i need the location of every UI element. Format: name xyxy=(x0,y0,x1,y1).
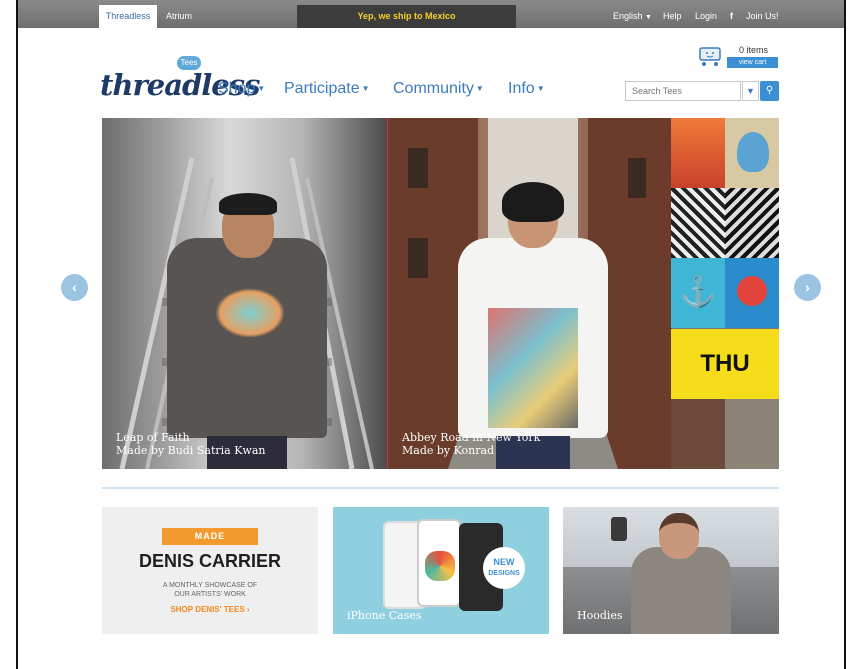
new-badge-line-1: NEW xyxy=(493,557,515,567)
caret-down-icon: ▼ xyxy=(475,84,484,93)
tile-type-black xyxy=(725,188,779,258)
logo-tees-badge: Tees xyxy=(177,56,201,70)
search-dropdown-icon[interactable]: ▼ xyxy=(742,81,759,101)
heart-icon xyxy=(737,276,767,306)
promo-card-iphone[interactable]: NEW DESIGNS iPhone Cases xyxy=(333,507,549,634)
nav-info-label: Info xyxy=(508,80,535,97)
view-cart-button[interactable]: view cart xyxy=(727,57,778,68)
cart-icon[interactable] xyxy=(697,45,723,67)
new-badge-line-2: DESIGNS xyxy=(488,570,520,577)
hoodies-label: Hoodies xyxy=(577,609,623,622)
nav-community-label: Community xyxy=(393,80,474,97)
hero-slide-abbey-road[interactable]: Abbey Road in New York Made by Konrad xyxy=(387,118,672,469)
chevron-right-icon: › xyxy=(805,279,810,295)
carousel-prev-button[interactable]: ‹ xyxy=(61,274,88,301)
shipping-banner: Yep, we ship to Mexico xyxy=(297,5,516,28)
cart-items-count: 0 items xyxy=(739,45,769,55)
artist-name: DENIS CARRIER xyxy=(138,551,281,571)
language-label: English xyxy=(613,11,643,21)
help-link[interactable]: Help xyxy=(663,5,682,28)
anchor-icon: ⚓ xyxy=(671,258,725,328)
phone-case-2 xyxy=(417,519,461,607)
showcase-line-1: A MONTHLY SHOWCASE OF xyxy=(162,582,258,589)
water-tower-graphic xyxy=(611,517,627,541)
promo-card-hoodies[interactable]: Hoodies xyxy=(563,507,779,634)
hero-slide-1-title: Leap of Faith xyxy=(116,431,190,444)
tile-bird xyxy=(725,118,779,188)
nav-shop[interactable]: Shop ▼ xyxy=(218,80,265,98)
tile-type-white xyxy=(671,188,725,258)
bird-icon xyxy=(737,132,769,172)
nav-community[interactable]: Community ▼ xyxy=(393,80,484,98)
caret-down-icon: ▼ xyxy=(536,84,545,93)
tile-rip-heart xyxy=(725,258,779,328)
caret-down-icon: ▼ xyxy=(645,14,652,21)
caret-down-icon: ▼ xyxy=(361,84,370,93)
search-button[interactable]: ⚲ xyxy=(760,81,779,101)
tile-thu: THU xyxy=(671,329,779,399)
nav-shop-label: Shop xyxy=(218,80,256,97)
showcase-line-2: OUR ARTISTS' WORK xyxy=(174,591,246,598)
tile-figure-1 xyxy=(671,399,725,469)
tile-crow xyxy=(671,118,725,188)
login-link[interactable]: Login xyxy=(695,5,717,28)
nav-participate[interactable]: Participate ▼ xyxy=(284,80,370,98)
promo-card-made[interactable]: MADE DENIS CARRIER A MONTHLY SHOWCASE OF… xyxy=(102,507,318,634)
tab-atrium[interactable]: Atrium xyxy=(166,5,192,28)
tile-figure-2 xyxy=(725,399,779,469)
made-banner: MADE xyxy=(162,528,258,545)
hero-caption-2: Abbey Road in New York Made by Konrad xyxy=(402,431,540,457)
search-input[interactable] xyxy=(625,81,741,101)
hero-carousel[interactable]: Leap of Faith Made by Budi Satria Kwan A… xyxy=(102,118,779,469)
turtle-graphic xyxy=(425,551,455,581)
hero-slide-1-credit: Made by Budi Satria Kwan xyxy=(116,444,266,457)
model-hoodie xyxy=(631,547,731,634)
facebook-icon[interactable]: f xyxy=(727,11,736,22)
language-selector[interactable]: English ▼ xyxy=(613,5,652,28)
nav-info[interactable]: Info ▼ xyxy=(508,80,545,98)
design-tiles-column: ⚓ THU xyxy=(671,118,779,469)
caret-down-icon: ▼ xyxy=(257,84,266,93)
model-hoodie-head xyxy=(659,513,699,559)
join-link[interactable]: Join Us! xyxy=(746,5,779,28)
hero-slide-leap-of-faith[interactable]: Leap of Faith Made by Budi Satria Kwan xyxy=(102,118,387,469)
chevron-left-icon: ‹ xyxy=(72,279,77,295)
hero-slide-2-credit: Made by Konrad xyxy=(402,444,495,457)
showcase-text: A MONTHLY SHOWCASE OF OUR ARTISTS' WORK xyxy=(102,581,318,599)
search-icon: ⚲ xyxy=(765,85,774,96)
hero-caption-1: Leap of Faith Made by Budi Satria Kwan xyxy=(116,431,265,457)
section-divider xyxy=(102,487,779,489)
carousel-next-button[interactable]: › xyxy=(794,274,821,301)
nav-participate-label: Participate xyxy=(284,80,360,97)
iphone-cases-label: iPhone Cases xyxy=(347,609,422,622)
model-man xyxy=(167,193,327,469)
new-designs-badge: NEW DESIGNS xyxy=(483,547,525,589)
tab-threadless[interactable]: Threadless xyxy=(99,5,157,28)
model-woman xyxy=(458,182,608,469)
shop-denis-link[interactable]: SHOP DENIS' TEES › xyxy=(102,605,318,614)
hero-slide-2-title: Abbey Road in New York xyxy=(402,431,541,444)
